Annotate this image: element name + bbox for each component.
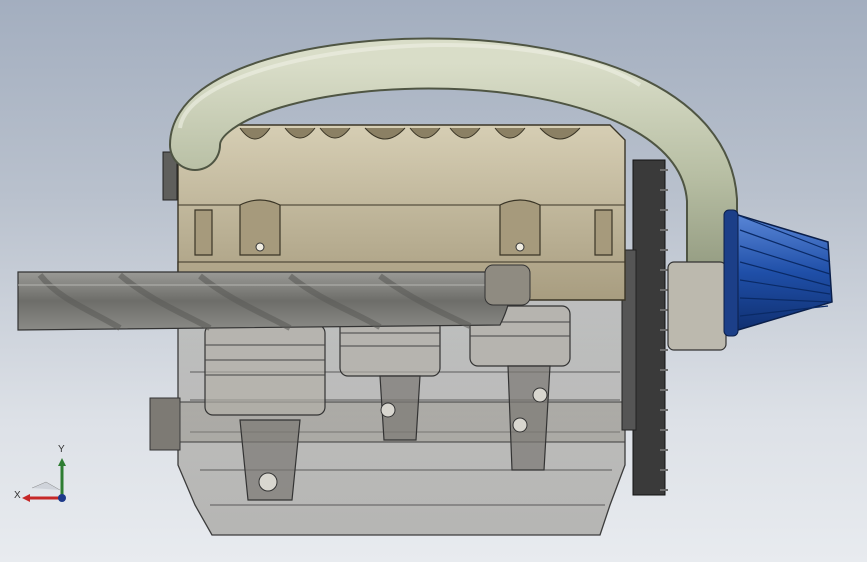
exhaust-pipe[interactable] [17, 264, 531, 331]
y-arrowhead-icon [58, 458, 66, 466]
axis-triad: X Y [14, 444, 66, 502]
y-axis-label: Y [58, 444, 65, 455]
air-filter[interactable] [723, 209, 833, 337]
connecting-rod-3 [507, 365, 551, 471]
x-arrowhead-icon [22, 494, 30, 502]
piston-1 [204, 324, 326, 416]
x-axis-label: X [14, 490, 21, 501]
engine-3d-model[interactable] [0, 0, 867, 562]
z-axis-dot [58, 494, 66, 502]
connecting-rod-2 [379, 375, 421, 441]
flywheel[interactable] [621, 159, 668, 496]
connecting-rod-1 [239, 419, 301, 501]
graphics-viewport[interactable]: X Y [0, 0, 867, 562]
